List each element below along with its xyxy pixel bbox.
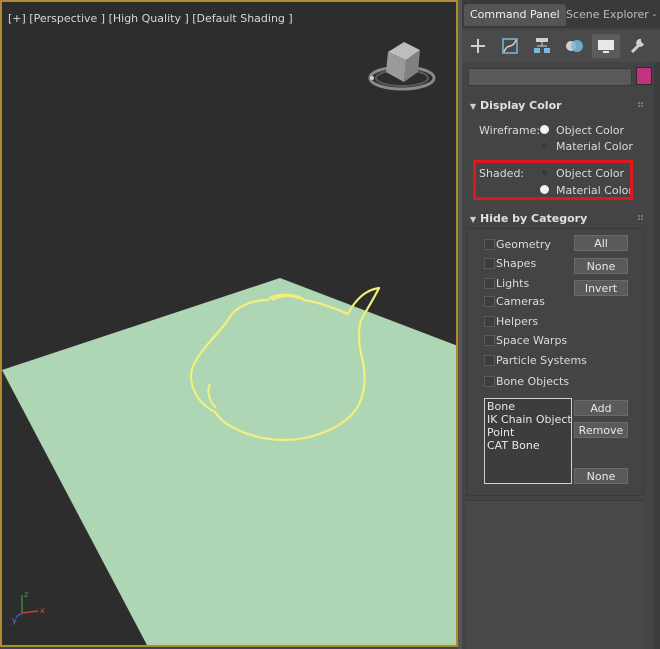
- display-tab[interactable]: [592, 34, 620, 58]
- viewcube[interactable]: [364, 38, 444, 98]
- utilities-tab[interactable]: [624, 34, 652, 58]
- lights-checkbox[interactable]: [484, 278, 495, 289]
- wireframe-object-color-radio[interactable]: [540, 125, 549, 134]
- rollout-collapse-icon: ▼: [470, 102, 477, 111]
- hierarchy-icon: [534, 38, 550, 53]
- modify-tab[interactable]: [496, 34, 524, 58]
- particle-systems-checkbox[interactable]: [484, 355, 495, 366]
- perspective-viewport[interactable]: [+] [Perspective ] [High Quality ] [Defa…: [0, 0, 458, 647]
- hide-by-category-title: Hide by Category: [480, 212, 588, 225]
- panel-empty-area: [466, 500, 644, 649]
- shapes-checkbox[interactable]: [484, 258, 495, 269]
- utilities-icon: [630, 38, 644, 54]
- geometry-checkbox[interactable]: [484, 239, 495, 250]
- wireframe-object-color-label[interactable]: Object Color: [556, 124, 624, 137]
- wireframe-label: Wireframe:: [479, 124, 541, 137]
- list-item[interactable]: CAT Bone: [487, 439, 569, 452]
- list-none-button[interactable]: None: [574, 468, 628, 484]
- tab-scene-explorer[interactable]: Scene Explorer - De: [560, 4, 660, 26]
- display-color-rollout-header[interactable]: ▼ Display Color: [466, 97, 644, 115]
- hide-by-category-rollout-header[interactable]: ▼ Hide by Category: [466, 210, 644, 228]
- command-panel-toolbar: [462, 30, 660, 62]
- tab-command-panel[interactable]: Command Panel: [464, 4, 566, 26]
- shaded-highlight-box: [473, 160, 633, 200]
- particle-systems-label[interactable]: Particle Systems: [496, 354, 587, 367]
- create-tab[interactable]: [464, 34, 492, 58]
- viewport-label[interactable]: [+] [Perspective ] [High Quality ] [Defa…: [8, 12, 293, 25]
- remove-button[interactable]: Remove: [574, 422, 628, 438]
- rollout-grip-icon[interactable]: [638, 102, 644, 108]
- space-warps-checkbox[interactable]: [484, 335, 495, 346]
- lights-label[interactable]: Lights: [496, 277, 529, 290]
- rollout-grip-icon[interactable]: [638, 215, 644, 221]
- wireframe-material-color-label[interactable]: Material Color: [556, 140, 633, 153]
- panel-tabbar: Command Panel Scene Explorer - De: [462, 0, 660, 28]
- space-warps-label[interactable]: Space Warps: [496, 334, 567, 347]
- motion-tab[interactable]: [560, 34, 588, 58]
- axis-label-y: y: [12, 616, 17, 625]
- wireframe-material-color-radio[interactable]: [540, 141, 549, 150]
- panel-scrollbar[interactable]: [654, 62, 660, 649]
- axis-label-z: z: [24, 590, 28, 599]
- add-button[interactable]: Add: [574, 400, 628, 416]
- shapes-label[interactable]: Shapes: [496, 257, 536, 270]
- modify-icon: [502, 38, 518, 54]
- command-panel: Command Panel Scene Explorer - De: [462, 0, 660, 649]
- bone-objects-label[interactable]: Bone Objects: [496, 375, 569, 388]
- list-item[interactable]: Bone: [487, 400, 569, 413]
- category-list-box[interactable]: Bone IK Chain Object Point CAT Bone: [484, 398, 572, 484]
- list-item[interactable]: Point: [487, 426, 569, 439]
- create-icon: [471, 39, 485, 53]
- invert-button[interactable]: Invert: [574, 280, 628, 296]
- none-button[interactable]: None: [574, 258, 628, 274]
- bone-objects-checkbox[interactable]: [484, 376, 495, 387]
- cameras-checkbox[interactable]: [484, 296, 495, 307]
- motion-icon: [566, 40, 583, 52]
- cameras-label[interactable]: Cameras: [496, 295, 545, 308]
- object-color-swatch[interactable]: [636, 67, 652, 85]
- ground-plane: [2, 278, 456, 645]
- object-name-field[interactable]: [468, 68, 632, 86]
- axis-gizmo: z x y: [12, 590, 45, 625]
- axis-label-x: x: [40, 606, 45, 615]
- display-color-title: Display Color: [480, 99, 562, 112]
- hierarchy-tab[interactable]: [528, 34, 556, 58]
- helpers-label[interactable]: Helpers: [496, 315, 538, 328]
- helpers-checkbox[interactable]: [484, 316, 495, 327]
- geometry-label[interactable]: Geometry: [496, 238, 551, 251]
- all-button[interactable]: All: [574, 235, 628, 251]
- list-item[interactable]: IK Chain Object: [487, 413, 572, 426]
- rollout-collapse-icon: ▼: [470, 215, 477, 224]
- viewport-scene: [2, 278, 456, 645]
- display-icon: [598, 40, 614, 53]
